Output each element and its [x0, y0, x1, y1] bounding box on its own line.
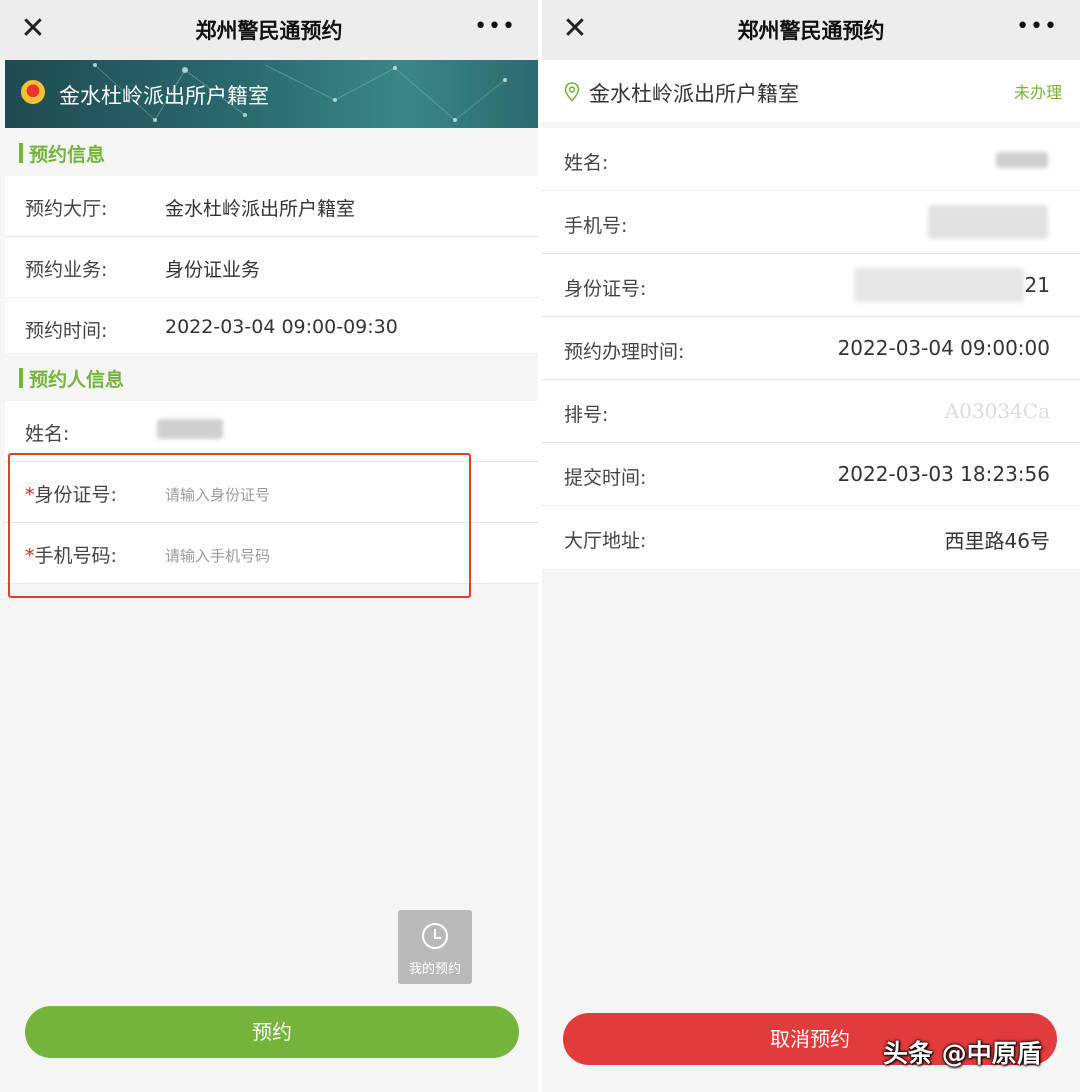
- location-pin-icon: [564, 82, 580, 102]
- time-value: 2022-03-04 09:00-09:30: [165, 316, 398, 338]
- police-emblem-icon: [21, 80, 45, 104]
- detail-row-name: 姓名:: [542, 128, 1080, 191]
- highlight-box: [8, 453, 471, 598]
- time-label: 预约时间:: [25, 320, 108, 342]
- detail-row-submit-time: 提交时间: 2022-03-03 18:23:56: [542, 443, 1080, 506]
- detail-value: 2022-03-03 18:23:56: [837, 462, 1050, 486]
- redacted-id: [854, 268, 1024, 302]
- detail-label: 手机号:: [564, 215, 628, 237]
- detail-label: 提交时间:: [564, 467, 647, 489]
- status-badge: 未办理: [1013, 83, 1062, 102]
- hall-label: 预约大厅:: [25, 198, 108, 220]
- hall-row: 预约大厅: 金水杜岭派出所户籍室: [5, 176, 538, 237]
- detail-row-phone: 手机号:: [542, 191, 1080, 254]
- name-label: 姓名:: [25, 423, 70, 445]
- office-banner: 金水杜岭派出所户籍室: [5, 60, 538, 128]
- redacted-phone: [928, 205, 1048, 239]
- detail-label: 预约办理时间:: [564, 341, 685, 363]
- detail-label: 姓名:: [564, 152, 609, 174]
- title-bar: ✕ 郑州警民通预约 •••: [542, 0, 1080, 60]
- page-title: 郑州警民通预约: [195, 19, 343, 43]
- clock-icon: [422, 923, 448, 949]
- service-label: 预约业务:: [25, 259, 108, 281]
- more-icon[interactable]: •••: [474, 16, 516, 38]
- banner-office-name: 金水杜岭派出所户籍室: [59, 84, 269, 108]
- redacted-name: [996, 152, 1048, 168]
- my-reservations-label: 我的预约: [408, 962, 461, 977]
- office-header: 金水杜岭派出所户籍室 未办理: [542, 60, 1080, 122]
- detail-value: 2022-03-04 09:00:00: [837, 336, 1050, 360]
- detail-label: 身份证号:: [564, 278, 647, 300]
- more-icon[interactable]: •••: [1016, 16, 1058, 38]
- section-title: 预约信息: [29, 144, 106, 166]
- section-reservation-info: 预约信息: [5, 128, 538, 176]
- hall-value: 金水杜岭派出所户籍室: [165, 198, 356, 220]
- page-title: 郑州警民通预约: [737, 19, 885, 43]
- my-reservations-button[interactable]: 我的预约: [398, 910, 472, 984]
- booking-detail-screen: ✕ 郑州警民通预约 ••• 金水杜岭派出所户籍室 未办理 姓名: 手机号: 身份…: [542, 0, 1080, 1092]
- detail-value: 西里路46号: [944, 529, 1050, 553]
- reserve-button[interactable]: 预约: [25, 1006, 519, 1058]
- detail-value: 21: [1024, 273, 1050, 297]
- title-bar: ✕ 郑州警民通预约 •••: [0, 0, 538, 60]
- section-title: 预约人信息: [29, 369, 125, 391]
- booking-form-screen: ✕ 郑州警民通预约 ••• 金水杜岭派出所户籍室 预约信息 预约大厅: 金水杜岭…: [0, 0, 538, 1092]
- detail-value: A03034Ca: [944, 399, 1050, 423]
- detail-label: 大厅地址:: [564, 530, 647, 552]
- time-row: 预约时间: 2022-03-04 09:00-09:30: [5, 298, 538, 359]
- detail-row-appointment-time: 预约办理时间: 2022-03-04 09:00:00: [542, 317, 1080, 380]
- redacted-name: [157, 419, 223, 439]
- watermark: 头条 @中原盾: [883, 1039, 1042, 1068]
- office-name: 金水杜岭派出所户籍室: [589, 82, 799, 106]
- detail-row-id: 身份证号: 21: [542, 254, 1080, 317]
- detail-row-queue-number: 排号: A03034Ca: [542, 380, 1080, 443]
- service-row: 预约业务: 身份证业务: [5, 237, 538, 298]
- service-value: 身份证业务: [165, 259, 261, 281]
- detail-label: 排号:: [564, 404, 609, 426]
- detail-row-hall-address: 大厅地址: 西里路46号: [542, 506, 1080, 569]
- section-person-info: 预约人信息: [5, 353, 538, 401]
